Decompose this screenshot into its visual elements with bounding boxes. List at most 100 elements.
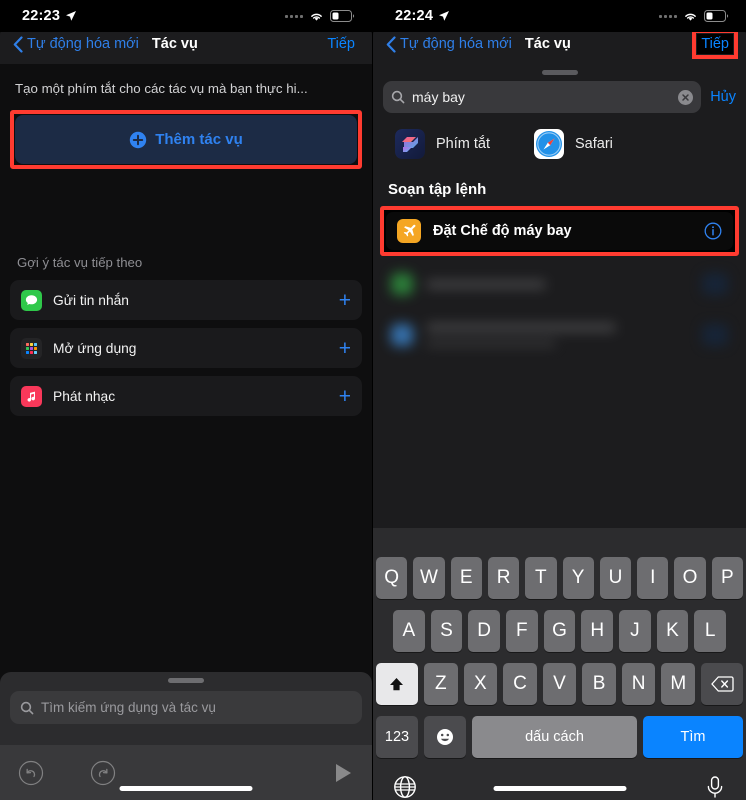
microphone-icon[interactable] xyxy=(704,775,726,799)
key-b[interactable]: B xyxy=(582,663,616,705)
back-button[interactable]: Tự động hóa mới xyxy=(386,35,512,53)
key-h[interactable]: H xyxy=(581,610,614,652)
red-highlight-box-add-action: Thêm tác vụ xyxy=(10,110,362,170)
app-grid-icon xyxy=(21,337,42,359)
key-g[interactable]: G xyxy=(543,610,576,652)
search-key[interactable]: Tìm xyxy=(643,716,743,758)
key-v[interactable]: V xyxy=(542,663,577,705)
search-input[interactable]: máy bay xyxy=(383,81,702,113)
music-icon xyxy=(21,385,42,407)
left-content: Tạo một phím tắt cho các tác vụ mà bạn t… xyxy=(0,64,372,800)
right-status-bar: 22:24 xyxy=(373,0,746,32)
back-button[interactable]: Tự động hóa mới xyxy=(13,35,139,53)
app-item-shortcuts[interactable]: Phím tắt xyxy=(395,129,490,159)
on-screen-keyboard: Q W E R T Y U I O P A S D F G H J K L Z … xyxy=(373,528,746,800)
red-highlight-box-result: Đặt Chế độ máy bay xyxy=(380,206,739,256)
home-indicator xyxy=(119,786,253,791)
key-k[interactable]: K xyxy=(656,610,689,652)
plus-icon[interactable]: + xyxy=(339,290,351,311)
right-content: máy bay Hủy Phím tắt Safari Soạn tập lện… xyxy=(373,64,746,800)
airplane-icon xyxy=(397,219,421,243)
app-icon xyxy=(391,324,413,346)
emoji-smiley-icon[interactable] xyxy=(424,716,466,758)
key-n[interactable]: N xyxy=(621,663,656,705)
suggestions-heading: Gợi ý tác vụ tiếp theo xyxy=(17,255,143,271)
wifi-icon xyxy=(311,13,322,21)
add-action-label: Thêm tác vụ xyxy=(155,131,243,149)
status-left: 22:24 xyxy=(395,8,450,24)
obscured-accessory xyxy=(702,324,728,346)
list-item[interactable] xyxy=(380,306,739,364)
suggestions-list: Gửi tin nhắn + Mở ứng dụng + Phát nhạc + xyxy=(10,280,362,417)
search-drawer: Tìm kiếm ứng dụng và tác vụ xyxy=(0,672,372,745)
key-t[interactable]: T xyxy=(525,557,557,599)
description-text: Tạo một phím tắt cho các tác vụ mà bạn t… xyxy=(15,81,308,96)
keyboard-bottom-row xyxy=(373,769,746,799)
backspace-icon[interactable] xyxy=(701,663,744,705)
list-item[interactable]: Gửi tin nhắn + xyxy=(10,280,362,321)
key-d[interactable]: D xyxy=(468,610,500,652)
key-u[interactable]: U xyxy=(599,557,632,599)
space-key[interactable]: dấu cách xyxy=(472,716,637,758)
location-arrow-icon xyxy=(66,11,77,21)
plus-icon[interactable]: + xyxy=(339,338,351,359)
list-item[interactable]: Mở ứng dụng + xyxy=(10,328,362,369)
key-e[interactable]: E xyxy=(450,557,482,599)
next-button[interactable]: Tiếp xyxy=(692,29,738,59)
drag-grabber[interactable] xyxy=(168,678,204,683)
list-item[interactable] xyxy=(380,262,739,306)
obscured-label xyxy=(426,279,546,289)
key-w[interactable]: W xyxy=(413,557,445,599)
key-a[interactable]: A xyxy=(392,610,425,652)
key-m[interactable]: M xyxy=(661,663,696,705)
globe-icon[interactable] xyxy=(393,775,417,799)
key-x[interactable]: X xyxy=(463,663,498,705)
app-item-safari[interactable]: Safari xyxy=(534,129,613,159)
list-item-label: Mở ứng dụng xyxy=(53,340,137,356)
result-row-airplane-mode[interactable]: Đặt Chế độ máy bay xyxy=(386,212,733,250)
blurred-results-list xyxy=(380,262,739,364)
messages-icon xyxy=(21,289,42,311)
status-right xyxy=(285,10,355,22)
add-action-highlight-wrap: Thêm tác vụ xyxy=(10,110,362,170)
page-title: Tác vụ xyxy=(524,36,571,52)
undo-icon[interactable] xyxy=(18,760,44,786)
apps-row: Phím tắt Safari xyxy=(373,113,746,159)
key-r[interactable]: R xyxy=(487,557,520,599)
redo-icon[interactable] xyxy=(90,760,116,786)
key-z[interactable]: Z xyxy=(423,663,458,705)
wifi-icon xyxy=(685,13,696,21)
keyboard-row-2: A S D F G H J K L xyxy=(373,610,746,652)
battery-icon xyxy=(704,10,729,22)
next-button[interactable]: Tiếp xyxy=(323,34,359,54)
key-f[interactable]: F xyxy=(506,610,538,652)
clear-circle-icon[interactable] xyxy=(678,89,694,105)
search-icon xyxy=(391,90,405,104)
plus-icon[interactable]: + xyxy=(339,386,351,407)
search-input[interactable]: Tìm kiếm ứng dụng và tác vụ xyxy=(10,691,362,724)
back-label: Tự động hóa mới xyxy=(27,36,139,52)
list-item[interactable]: Phát nhạc + xyxy=(10,376,362,417)
numbers-key[interactable]: 123 xyxy=(376,716,418,758)
left-status-bar: 22:23 xyxy=(0,0,372,32)
info-circle-icon[interactable] xyxy=(704,222,722,240)
key-y[interactable]: Y xyxy=(562,557,594,599)
shift-arrow-icon[interactable] xyxy=(375,663,418,705)
key-j[interactable]: J xyxy=(619,610,651,652)
key-p[interactable]: P xyxy=(711,557,743,599)
shortcuts-app-icon xyxy=(395,129,425,159)
key-s[interactable]: S xyxy=(430,610,463,652)
play-icon[interactable] xyxy=(332,762,354,784)
keyboard-row-1: Q W E R T Y U I O P xyxy=(373,557,746,599)
key-c[interactable]: C xyxy=(503,663,537,705)
key-q[interactable]: Q xyxy=(376,557,408,599)
key-o[interactable]: O xyxy=(674,557,706,599)
key-l[interactable]: L xyxy=(694,610,727,652)
location-arrow-icon xyxy=(439,11,450,21)
bottom-toolbar xyxy=(0,745,372,800)
search-value: máy bay xyxy=(412,89,465,105)
status-time: 22:24 xyxy=(395,8,434,24)
cancel-button[interactable]: Hủy xyxy=(710,89,736,105)
add-action-button[interactable]: Thêm tác vụ xyxy=(15,115,357,165)
key-i[interactable]: I xyxy=(637,557,669,599)
